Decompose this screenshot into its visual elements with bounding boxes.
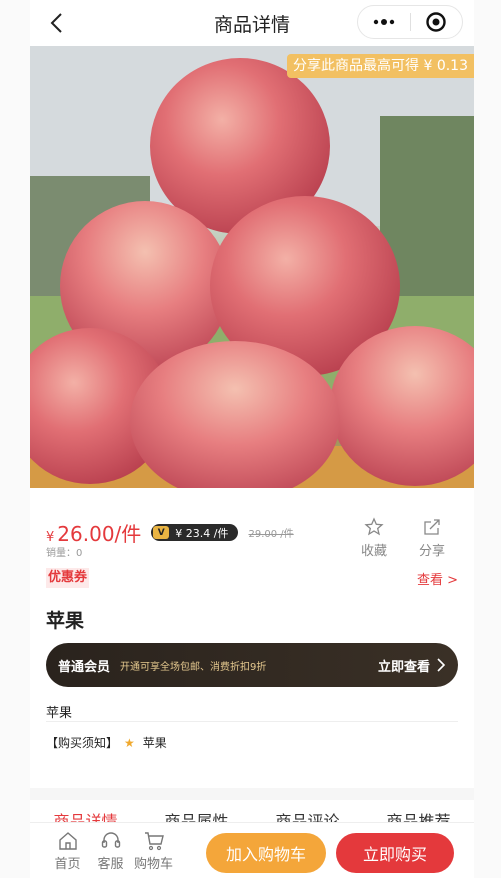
price-amount: 26.00/件 bbox=[57, 522, 142, 546]
member-view-button[interactable]: 立即查看 bbox=[378, 656, 446, 675]
bottom-action-bar: 首页 客服 购物车 加入购物车 立即购买 bbox=[30, 822, 474, 878]
member-view-label: 立即查看 bbox=[377, 659, 430, 675]
close-miniprogram-button[interactable] bbox=[410, 6, 462, 38]
original-price: 29.00 /件 bbox=[248, 529, 294, 540]
product-info-card: ¥26.00/件 V ¥ 23.4 /件 29.00 /件 销量：0 收藏 分享… bbox=[30, 488, 474, 788]
member-banner[interactable]: 普通会员 开通可享全场包邮、消费折扣9折 立即查看 bbox=[46, 643, 458, 687]
coupon-view-link[interactable]: 查看 > bbox=[417, 569, 458, 588]
left-margin bbox=[0, 0, 30, 878]
back-button[interactable] bbox=[44, 11, 68, 35]
share-button[interactable]: 分享 bbox=[412, 516, 452, 559]
service-button[interactable]: 客服 bbox=[89, 830, 132, 872]
chevron-right-icon bbox=[437, 658, 446, 672]
vip-price-pill: V ¥ 23.4 /件 bbox=[151, 524, 239, 541]
star-icon: ★ bbox=[124, 735, 135, 750]
home-label: 首页 bbox=[54, 856, 81, 872]
sales-count: 销量：0 bbox=[46, 548, 83, 559]
home-icon bbox=[58, 831, 77, 850]
purchase-notice: 【购买须知】 ★ 苹果 bbox=[46, 734, 167, 751]
right-margin bbox=[474, 0, 501, 878]
cart-button[interactable]: 购物车 bbox=[132, 830, 175, 872]
product-sub-name: 苹果 bbox=[46, 706, 73, 721]
chevron-left-icon bbox=[50, 13, 62, 33]
divider bbox=[46, 721, 458, 722]
share-reward-tip[interactable]: 分享此商品最高可得 ¥ 0.13 bbox=[287, 54, 474, 78]
target-circle-icon bbox=[426, 12, 446, 32]
current-price: ¥26.00/件 bbox=[46, 518, 141, 547]
apples-photo bbox=[30, 46, 474, 488]
nav-bar: 商品详情 bbox=[30, 0, 474, 46]
mini-program-capsule bbox=[357, 5, 463, 39]
price-row: ¥26.00/件 V ¥ 23.4 /件 29.00 /件 bbox=[46, 518, 294, 547]
member-desc: 开通可享全场包邮、消费折扣9折 bbox=[120, 661, 267, 673]
star-outline-icon bbox=[364, 517, 384, 536]
buy-now-button[interactable]: 立即购买 bbox=[336, 833, 454, 873]
more-button[interactable] bbox=[358, 6, 410, 38]
notice-label: 【购买须知】 bbox=[46, 736, 119, 750]
favorite-label: 收藏 bbox=[360, 544, 387, 559]
share-label: 分享 bbox=[418, 544, 445, 559]
share-icon bbox=[424, 519, 440, 535]
currency-symbol: ¥ bbox=[46, 530, 55, 545]
vip-price: ¥ 23.4 /件 bbox=[175, 526, 229, 540]
headset-icon bbox=[101, 831, 120, 848]
add-to-cart-button[interactable]: 加入购物车 bbox=[206, 833, 326, 873]
product-detail-page: 商品详情 分享此商品最高可得 ¥ 0.13 ¥ 26.00/件 V ¥ 23.4… bbox=[30, 0, 474, 878]
cart-icon bbox=[144, 831, 164, 850]
service-label: 客服 bbox=[97, 856, 124, 872]
favorite-button[interactable]: 收藏 bbox=[354, 516, 394, 559]
vip-badge-icon: V bbox=[153, 526, 170, 539]
product-name: 苹果 bbox=[46, 610, 85, 632]
home-button[interactable]: 首页 bbox=[46, 830, 89, 872]
coupon-tag: 优惠券 bbox=[46, 568, 90, 588]
more-dots-icon bbox=[373, 19, 394, 25]
product-image[interactable]: 分享此商品最高可得 ¥ 0.13 bbox=[30, 46, 474, 488]
cart-label: 购物车 bbox=[133, 856, 173, 872]
member-title: 普通会员 bbox=[58, 659, 111, 675]
page-title: 商品详情 bbox=[213, 13, 290, 36]
notice-text: 苹果 bbox=[142, 736, 167, 750]
